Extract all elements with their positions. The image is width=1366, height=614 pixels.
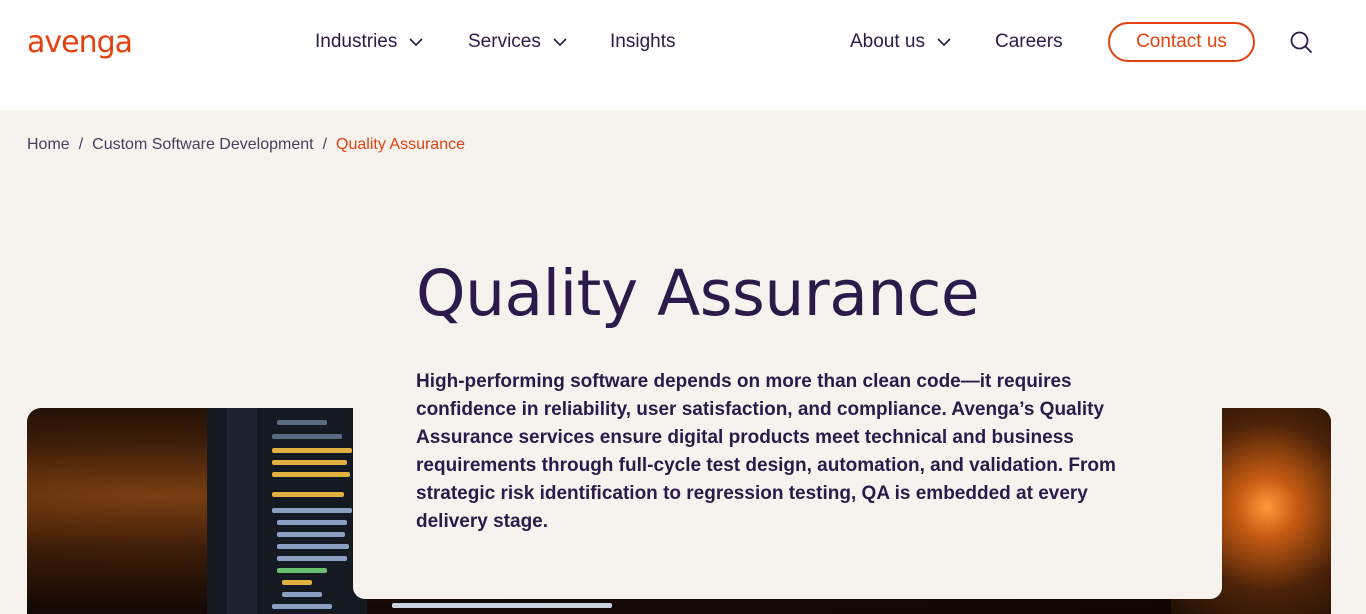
- breadcrumb-separator: /: [78, 136, 84, 153]
- search-icon[interactable]: [1289, 30, 1313, 54]
- nav-industries-label: Industries: [315, 31, 398, 52]
- page-title: Quality Assurance: [416, 257, 980, 330]
- nav-about-label: About us: [850, 31, 925, 52]
- breadcrumb: Home / Custom Software Development / Qua…: [27, 136, 465, 154]
- breadcrumb-custom-software[interactable]: Custom Software Development: [92, 136, 313, 154]
- nav-about[interactable]: About us: [850, 30, 953, 54]
- intro-paragraph: High-performing software depends on more…: [416, 371, 1116, 532]
- nav-insights-label: Insights: [610, 31, 676, 52]
- breadcrumb-separator: /: [322, 136, 328, 153]
- site-header: avenga Industries Services Insights Abou…: [0, 0, 1366, 110]
- nav-careers[interactable]: Careers: [995, 30, 1063, 54]
- breadcrumb-current: Quality Assurance: [336, 136, 465, 153]
- nav-insights[interactable]: Insights: [610, 30, 675, 54]
- editor-sidebar: [227, 408, 257, 614]
- chevron-down-icon: [407, 33, 425, 51]
- avenga-logo[interactable]: avenga: [27, 26, 133, 60]
- nav-services-label: Services: [468, 31, 541, 52]
- chevron-down-icon: [935, 33, 953, 51]
- breadcrumb-home[interactable]: Home: [27, 136, 70, 154]
- nav-industries[interactable]: Industries: [315, 30, 425, 54]
- nav-careers-label: Careers: [995, 31, 1063, 52]
- chevron-down-icon: [551, 33, 569, 51]
- contact-us-button[interactable]: Contact us: [1108, 22, 1255, 62]
- nav-services[interactable]: Services: [468, 30, 569, 54]
